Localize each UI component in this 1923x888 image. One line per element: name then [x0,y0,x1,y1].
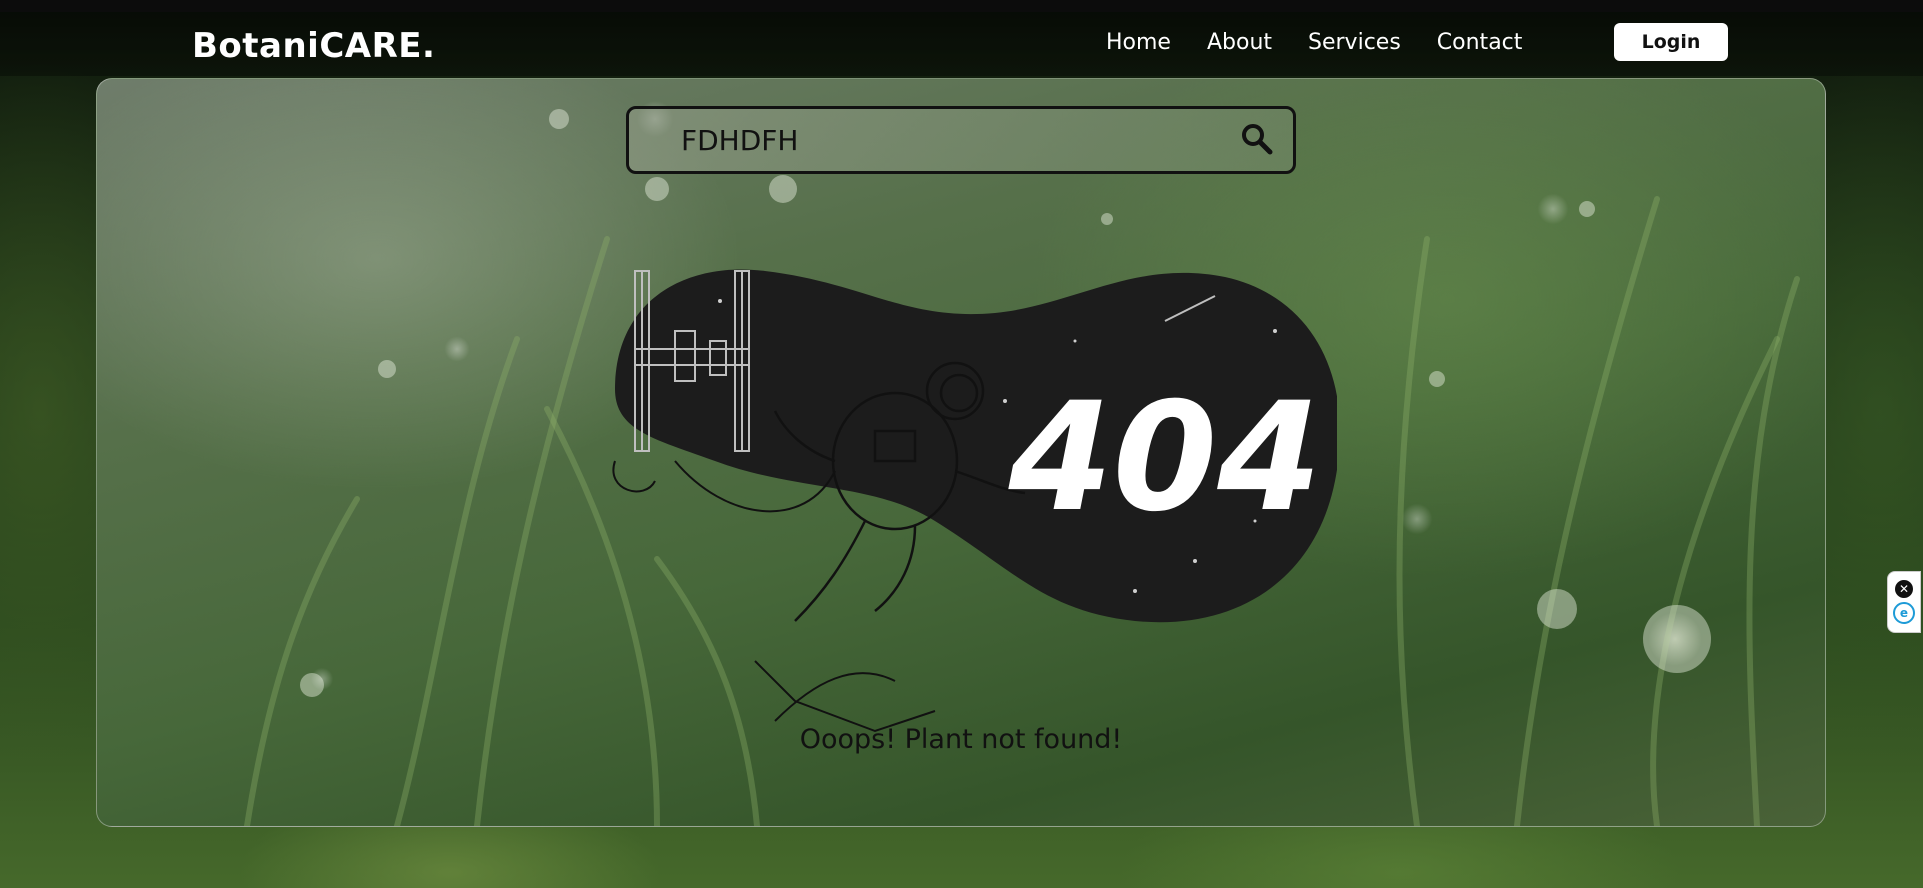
nav-link-contact[interactable]: Contact [1437,30,1523,55]
navbar: BotaniCARE. Home About Services Contact … [0,12,1923,76]
brand-logo[interactable]: BotaniCARE. [192,26,435,66]
not-found-message: Ooops! Plant not found! [799,724,1123,755]
extension-icon[interactable]: e [1893,602,1915,624]
nav-link-about[interactable]: About [1207,30,1272,55]
login-button[interactable]: Login [1614,23,1728,61]
search-input[interactable] [679,119,1203,161]
astronaut-404-illustration: 404 [612,269,1337,733]
top-strip [0,0,1923,12]
search-bar [626,106,1296,174]
error-code: 404 [1007,371,1321,545]
search-icon[interactable] [1239,121,1275,157]
content-card: 404 Ooops! Plant not found! [96,78,1826,827]
nav-link-home[interactable]: Home [1106,30,1171,55]
close-icon[interactable]: ✕ [1895,580,1913,598]
nav-links: Home About Services Contact [1106,30,1558,55]
nav-link-services[interactable]: Services [1308,30,1401,55]
side-extension-widget: ✕ e [1887,571,1921,633]
